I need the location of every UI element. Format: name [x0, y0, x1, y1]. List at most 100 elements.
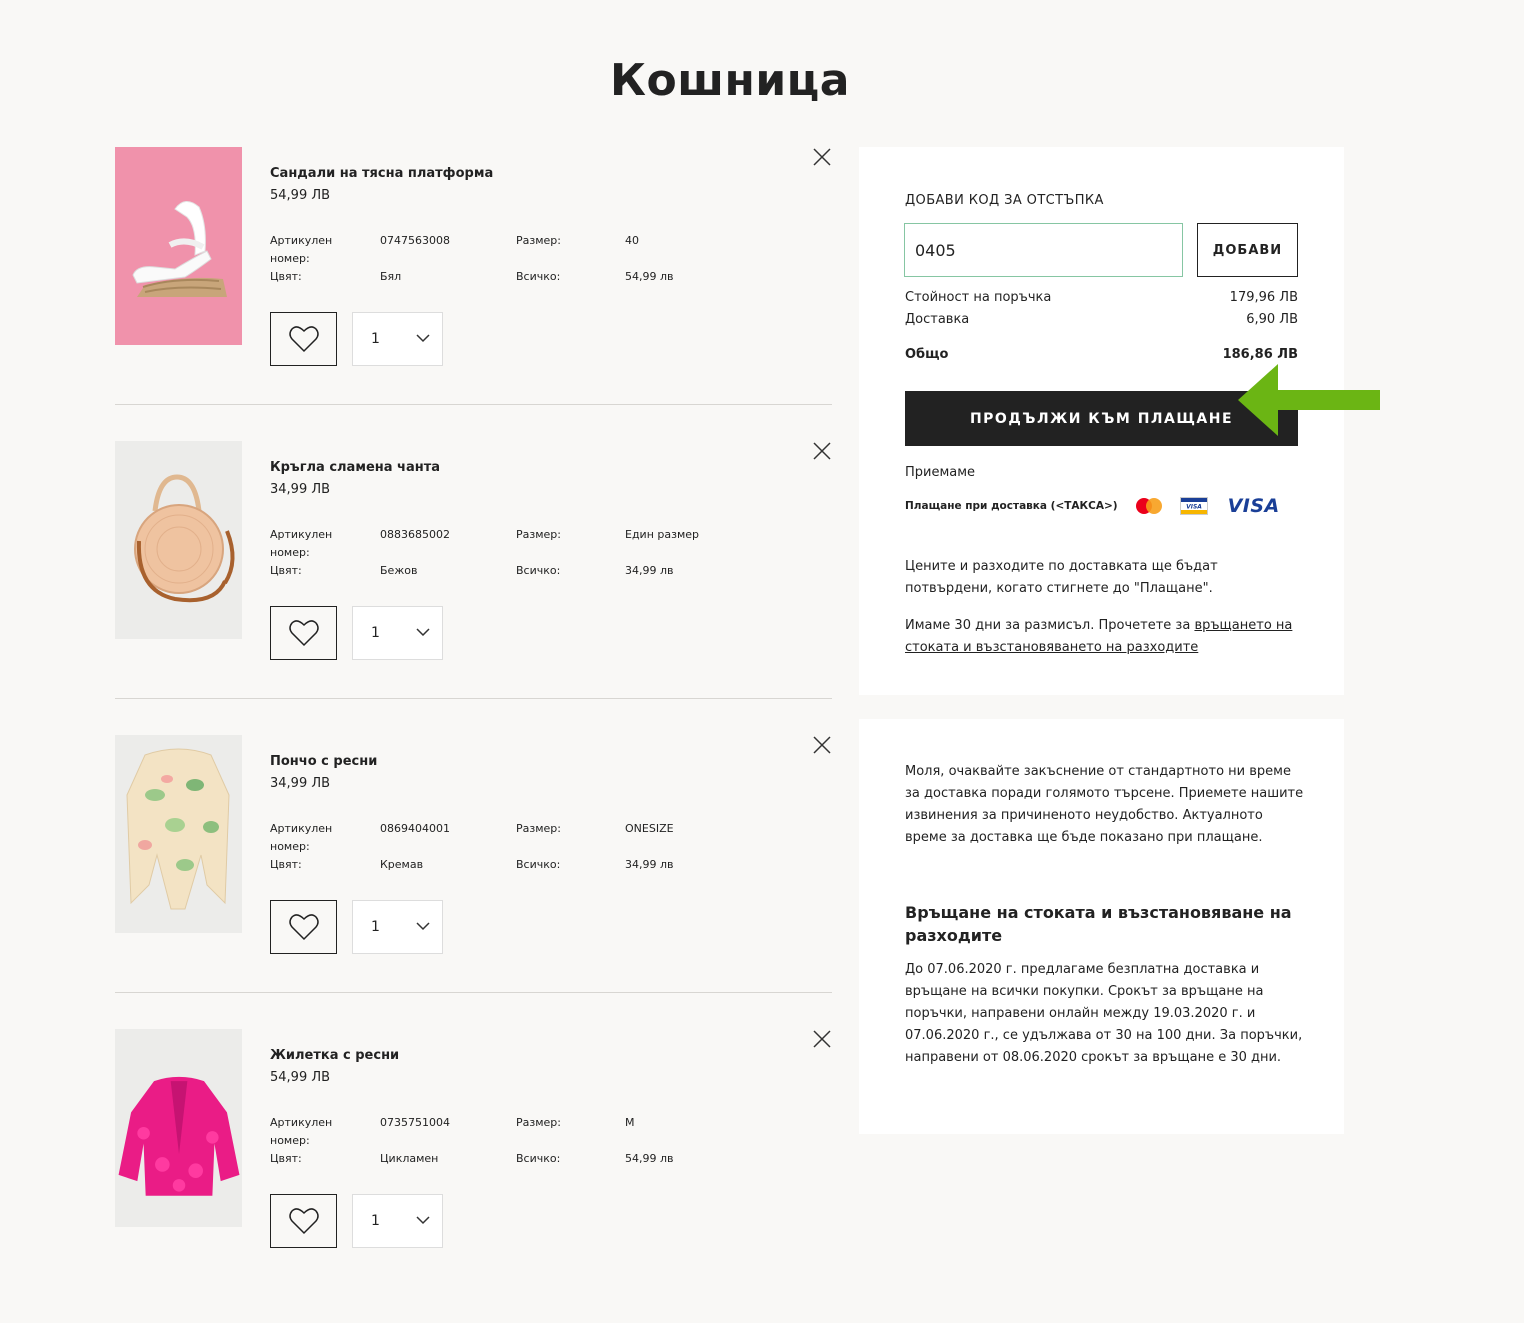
size-label: Размер:	[516, 234, 561, 247]
quantity-value: 1	[371, 331, 380, 347]
size-label: Размер:	[516, 528, 561, 541]
product-price: 54,99 ЛВ	[270, 1070, 331, 1085]
product-price: 54,99 ЛВ	[270, 188, 331, 203]
item-total-value: 54,99 лв	[625, 270, 674, 283]
article-number: 0869404001	[380, 822, 450, 835]
discount-code-input[interactable]	[904, 223, 1183, 277]
total-label: Всичко:	[516, 270, 561, 283]
total-label: Всичко:	[516, 564, 561, 577]
product-image-bag[interactable]	[115, 441, 242, 639]
article-label: Артикулен номер:	[270, 1116, 333, 1147]
size-value: 40	[625, 234, 639, 247]
color-label: Цвят:	[270, 1152, 302, 1165]
cart-item: Пончо с ресни 34,99 ЛВ Артикулен номер: …	[115, 735, 832, 1029]
color-value: Цикламен	[380, 1152, 439, 1165]
article-number: 0747563008	[380, 234, 450, 247]
product-name[interactable]: Пончо с ресни	[270, 754, 377, 769]
article-label: Артикулен номер:	[270, 528, 333, 559]
order-value-amount: 179,96 ЛВ	[1229, 290, 1298, 305]
product-name[interactable]: Сандали на тясна платформа	[270, 166, 493, 181]
total-row: Общо 186,86 ЛВ	[905, 347, 1298, 362]
quantity-value: 1	[371, 1213, 380, 1229]
bag-image	[115, 441, 242, 639]
visa-icon: VISA	[1227, 495, 1280, 517]
discount-code-label: ДОБАВИ КОД ЗА ОТСТЪПКА	[905, 193, 1104, 208]
heart-icon	[288, 620, 319, 647]
total-label: Всичко:	[516, 858, 561, 871]
heart-icon	[288, 1208, 319, 1235]
product-image-sandals[interactable]	[115, 147, 242, 345]
total-amount: 186,86 ЛВ	[1222, 347, 1298, 362]
divider	[115, 698, 832, 699]
size-label: Размер:	[516, 822, 561, 835]
visa-electron-text: VISA	[1186, 504, 1202, 511]
add-to-favorites-button[interactable]	[270, 606, 337, 660]
close-icon[interactable]	[813, 1030, 831, 1048]
color-label: Цвят:	[270, 270, 302, 283]
cart-items-list: Сандали на тясна платформа 54,99 ЛВ Арти…	[115, 147, 832, 1323]
size-value: M	[625, 1116, 635, 1129]
order-value-row: Стойност на поръчка 179,96 ЛВ	[905, 290, 1298, 305]
delivery-row: Доставка 6,90 ЛВ	[905, 312, 1298, 327]
returns-policy-text: До 07.06.2020 г. предлагаме безплатна до…	[905, 962, 1303, 1065]
color-value: Бял	[380, 270, 402, 283]
page-title: Кошница	[610, 55, 850, 106]
size-value: Един размер	[625, 528, 700, 541]
order-value-label: Стойност на поръчка	[905, 290, 1052, 305]
add-discount-button[interactable]: ДОБАВИ	[1197, 223, 1298, 277]
product-name[interactable]: Жилетка с ресни	[270, 1048, 399, 1063]
item-total-value: 34,99 лв	[625, 858, 674, 871]
product-name[interactable]: Кръгла сламена чанта	[270, 460, 440, 475]
delivery-delay-notice: Моля, очаквайте закъснение от стандартно…	[905, 764, 1304, 845]
returns-note: Имаме 30 дни за размисъл. Прочетете за в…	[905, 615, 1305, 659]
close-icon[interactable]	[813, 148, 831, 166]
chevron-down-icon	[416, 334, 430, 343]
item-total-value: 34,99 лв	[625, 564, 674, 577]
cart-item: Жилетка с ресни 54,99 ЛВ Артикулен номер…	[115, 1029, 832, 1323]
mastercard-icon	[1135, 497, 1164, 515]
close-icon[interactable]	[813, 736, 831, 754]
article-label: Артикулен номер:	[270, 234, 333, 265]
quantity-value: 1	[371, 919, 380, 935]
divider	[115, 404, 832, 405]
accepted-payments-label: Приемаме	[905, 465, 976, 480]
chevron-down-icon	[416, 922, 430, 931]
visa-electron-icon: VISA	[1179, 497, 1208, 515]
cardigan-image	[115, 1029, 242, 1227]
add-to-favorites-button[interactable]	[270, 900, 337, 954]
color-label: Цвят:	[270, 858, 302, 871]
cart-item: Кръгла сламена чанта 34,99 ЛВ Артикулен …	[115, 441, 832, 735]
poncho-image	[115, 735, 242, 933]
heart-icon	[288, 326, 319, 353]
quantity-select[interactable]: 1	[352, 900, 443, 954]
total-label: Общо	[905, 347, 949, 362]
heart-icon	[288, 914, 319, 941]
close-icon[interactable]	[813, 442, 831, 460]
item-total-value: 54,99 лв	[625, 1152, 674, 1165]
sandals-image	[115, 147, 242, 345]
chevron-down-icon	[416, 628, 430, 637]
payment-methods: Плащане при доставка (<ТАКСА>) VISA VISA	[905, 494, 1280, 518]
divider	[115, 992, 832, 993]
article-number: 0735751004	[380, 1116, 450, 1129]
color-value: Кремав	[380, 858, 424, 871]
total-label: Всичко:	[516, 1152, 561, 1165]
quantity-select[interactable]: 1	[352, 312, 443, 366]
size-label: Размер:	[516, 1116, 561, 1129]
product-image-cardigan[interactable]	[115, 1029, 242, 1227]
pricing-note: Цените и разходите по доставката ще бъда…	[905, 559, 1218, 596]
article-number: 0883685002	[380, 528, 450, 541]
cart-item: Сандали на тясна платформа 54,99 ЛВ Арти…	[115, 147, 832, 441]
quantity-select[interactable]: 1	[352, 1194, 443, 1248]
arrow-annotation	[1238, 364, 1380, 436]
chevron-down-icon	[416, 1216, 430, 1225]
color-value: Бежов	[380, 564, 418, 577]
add-to-favorites-button[interactable]	[270, 312, 337, 366]
article-label: Артикулен номер:	[270, 822, 333, 853]
product-image-poncho[interactable]	[115, 735, 242, 933]
quantity-select[interactable]: 1	[352, 606, 443, 660]
cash-on-delivery-label: Плащане при доставка (<ТАКСА>)	[905, 500, 1118, 512]
delivery-amount: 6,90 ЛВ	[1246, 312, 1298, 327]
add-to-favorites-button[interactable]	[270, 1194, 337, 1248]
returns-note-text: Имаме 30 дни за размисъл. Прочетете за	[905, 618, 1195, 633]
